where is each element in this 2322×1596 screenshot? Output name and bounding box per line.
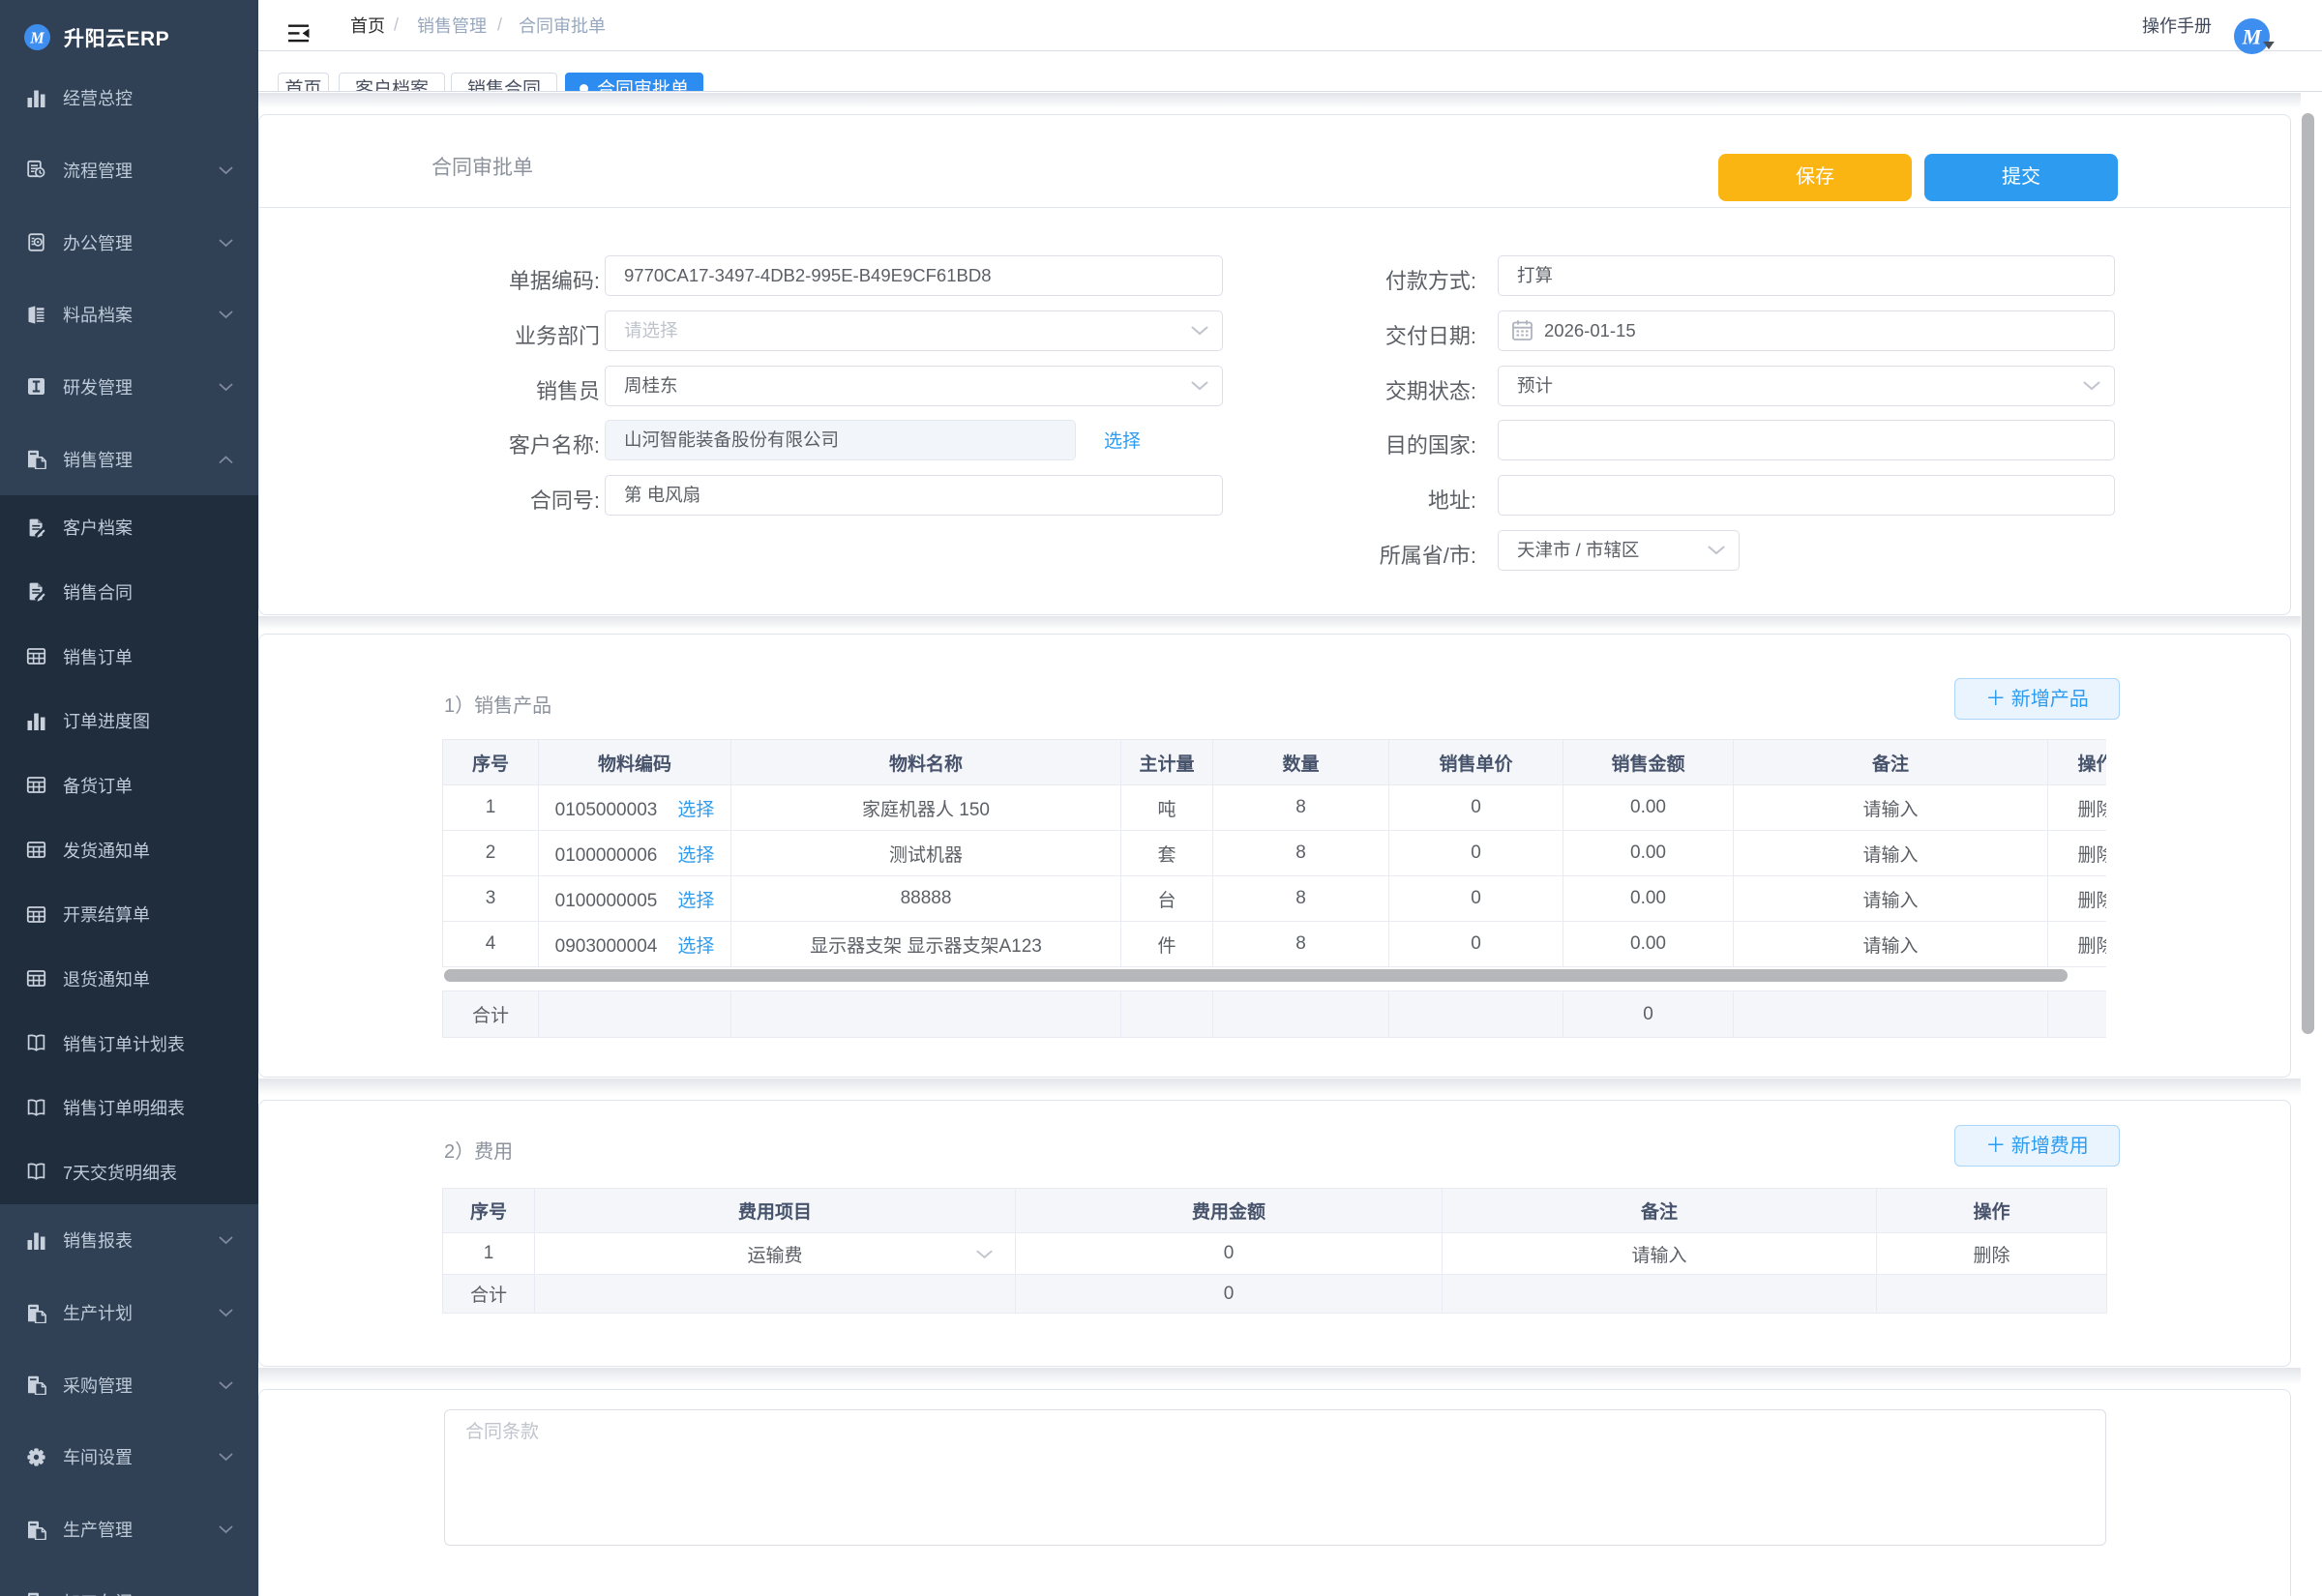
svg-text:M: M (2242, 24, 2263, 48)
svg-text:M: M (29, 28, 45, 46)
